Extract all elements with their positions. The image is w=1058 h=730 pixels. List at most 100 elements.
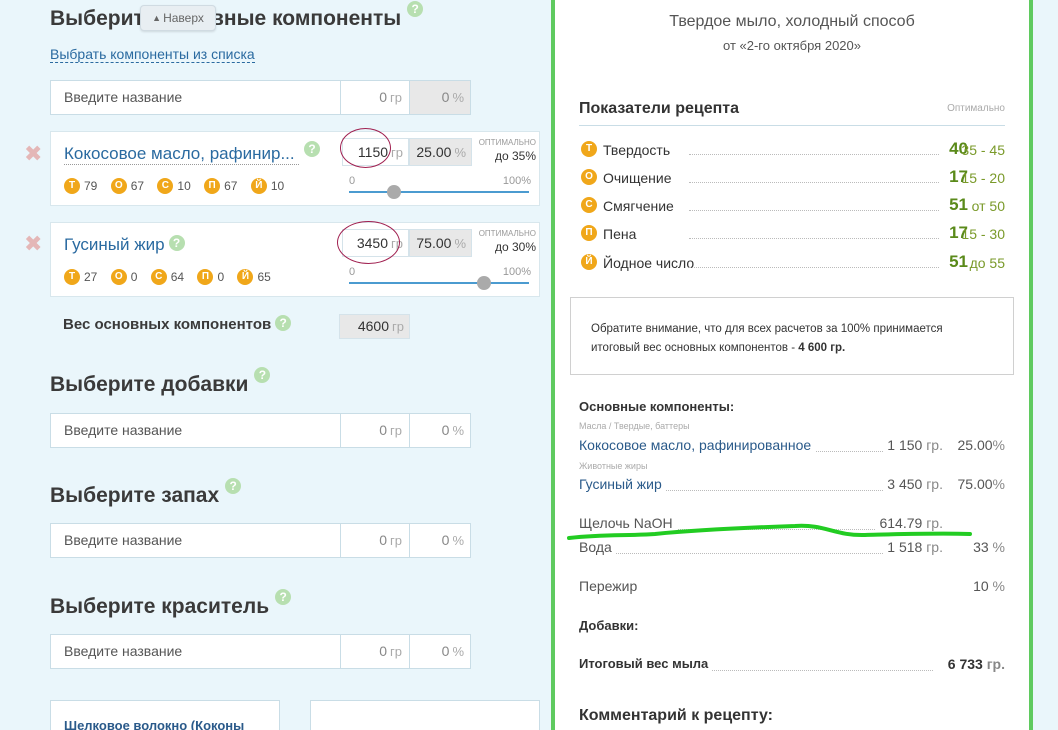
- percent-unit: %: [992, 437, 1005, 453]
- component-name[interactable]: Гусиный жир?: [64, 235, 185, 255]
- calculation-note: Обратите внимание, что для всех расчетов…: [570, 297, 1014, 375]
- colorant-percent-input[interactable]: 0%: [410, 635, 470, 668]
- help-icon[interactable]: ?: [275, 589, 292, 605]
- divider: [579, 125, 1005, 126]
- grams-unit: гр: [390, 423, 402, 438]
- colorant-grams-input[interactable]: 0 гр: [341, 635, 410, 668]
- slider-max-label: 100%: [502, 266, 531, 278]
- note-text-bold: 4 600 гр.: [798, 342, 846, 354]
- colorant-card[interactable]: [310, 700, 540, 730]
- scent-name-input[interactable]: Введите название: [51, 524, 341, 557]
- component-name[interactable]: Кокосовое масло, рафинир...: [64, 144, 299, 165]
- main-component-name-input[interactable]: Введите название: [51, 81, 341, 114]
- summary-row-name[interactable]: Кокосовое масло, рафинированное: [579, 437, 816, 453]
- help-icon[interactable]: ?: [254, 367, 271, 383]
- green-stroke-path: [567, 523, 972, 540]
- recipe-date: от «2-го октября 2020»: [723, 38, 861, 53]
- indicator-row: С Смягчение 51 от 50: [579, 194, 1005, 218]
- indicator-row: Т Твердость 40 35 - 45: [579, 138, 1005, 162]
- summary-row-name: Пережир: [579, 578, 642, 594]
- percent-value: 0: [441, 89, 450, 105]
- foam-badge-icon: П: [581, 225, 597, 241]
- grams-unit: гр: [390, 90, 402, 105]
- percent-value: 25.00: [416, 144, 452, 160]
- dotted-leader: [689, 238, 939, 239]
- summary-row-grams: 3 450 гр.: [883, 476, 943, 492]
- total-value: 6 733: [947, 656, 983, 672]
- dotted-leader: [689, 210, 939, 211]
- grams-unit: гр: [390, 533, 402, 548]
- optimal-label: ОПТИМАЛЬНО: [478, 138, 536, 147]
- percent-value: 25.00: [957, 437, 993, 453]
- slider-min-label: 0: [349, 175, 356, 187]
- scent-grams-input[interactable]: 0 гр: [341, 524, 410, 557]
- annotation-circle: [337, 221, 400, 264]
- slider-track[interactable]: [349, 191, 529, 193]
- colorant-name-input[interactable]: Введите название: [51, 635, 341, 668]
- base-weight-label: Вес основных компонентов?: [63, 315, 292, 333]
- grams-value: 3 450: [887, 476, 923, 492]
- slider-knob[interactable]: [477, 276, 491, 290]
- cleansing-badge-icon: О: [110, 178, 127, 194]
- component-slider[interactable]: 0 100%: [349, 266, 531, 290]
- optimal-label: ОПТИМАЛЬНО: [478, 229, 536, 238]
- prop-value: 27: [84, 270, 98, 284]
- component-percent-field: 25.00%: [409, 138, 472, 166]
- help-icon[interactable]: ?: [225, 478, 242, 494]
- delete-component-1-icon[interactable]: ✖: [24, 143, 42, 165]
- slider-max-label: 100%: [502, 175, 531, 187]
- prop-value: 67: [130, 179, 145, 193]
- component-slider[interactable]: 0 100%: [349, 175, 531, 199]
- indicator-row: О Очищение 17 15 - 20: [579, 166, 1005, 190]
- colorant-input-row: Введите название 0 гр 0%: [50, 634, 471, 669]
- base-weight-value: 4600 гр: [339, 314, 410, 339]
- summary-row-percent: 33 %: [973, 539, 1005, 555]
- additives-percent-input[interactable]: 0%: [410, 414, 470, 447]
- additives-grams-input[interactable]: 0 гр: [341, 414, 410, 447]
- grams-unit: гр.: [926, 437, 943, 453]
- main-component-grams-input[interactable]: 0 гр: [341, 81, 410, 114]
- dotted-leader: [689, 154, 939, 155]
- indicator-label: Твердость: [603, 142, 671, 158]
- scent-heading-text: Выберите запах: [50, 484, 220, 507]
- select-components-link[interactable]: Выбрать компоненты из списка: [50, 46, 255, 63]
- main-components-heading-text: Выберите основные компоненты: [50, 7, 402, 30]
- iodine-badge-icon: Й: [581, 254, 597, 270]
- colorant-card[interactable]: Шелковое волокно (Коконы: [50, 700, 280, 730]
- slider-track[interactable]: [349, 282, 529, 284]
- slider-knob[interactable]: [387, 185, 401, 199]
- summary-row-name[interactable]: Гусиный жир: [579, 476, 666, 492]
- recipe-comment-heading: Комментарий к рецепту:: [579, 707, 773, 724]
- percent-value: 75.00: [416, 235, 452, 251]
- additives-name-input[interactable]: Введите название: [51, 414, 341, 447]
- foam-badge-icon: П: [197, 269, 214, 285]
- help-icon[interactable]: ?: [275, 315, 292, 332]
- dotted-leader: [689, 182, 939, 183]
- percent-unit: %: [452, 533, 464, 548]
- summary-row: Кокосовое масло, рафинированное 1 150 гр…: [579, 435, 1005, 457]
- optimal-value: до 35%: [494, 149, 536, 163]
- help-icon[interactable]: ?: [407, 1, 424, 17]
- summary-row-percent: 25.00%: [958, 437, 1006, 453]
- percent-unit: %: [452, 90, 464, 105]
- softening-badge-icon: С: [581, 197, 597, 213]
- help-icon[interactable]: ?: [168, 235, 185, 251]
- percent-unit: %: [992, 578, 1005, 594]
- prop-value: 0: [130, 270, 138, 284]
- optimal-value: до 30%: [494, 240, 536, 254]
- hardness-badge-icon: Т: [64, 178, 80, 194]
- component-name-text: Гусиный жир: [64, 235, 165, 254]
- component-card-coconut: Кокосовое масло, рафинир... ? 1150 гр 25.…: [50, 131, 540, 206]
- scroll-top-button[interactable]: ▲ Наверх: [140, 5, 216, 31]
- help-icon[interactable]: ?: [304, 141, 320, 157]
- delete-component-2-icon[interactable]: ✖: [24, 233, 42, 255]
- main-components-heading: Выберите основные компоненты?: [50, 1, 424, 31]
- indicator-label: Пена: [603, 226, 637, 242]
- grams-unit: гр.: [986, 656, 1005, 672]
- main-components-summary-heading: Основные компоненты:: [579, 399, 735, 414]
- indicator-range: 15 - 30: [961, 226, 1005, 242]
- percent-unit: %: [992, 539, 1005, 555]
- total-weight-label: Итоговый вес мыла: [579, 656, 713, 671]
- grams-value: 0: [379, 422, 388, 438]
- scent-percent-input[interactable]: 0%: [410, 524, 470, 557]
